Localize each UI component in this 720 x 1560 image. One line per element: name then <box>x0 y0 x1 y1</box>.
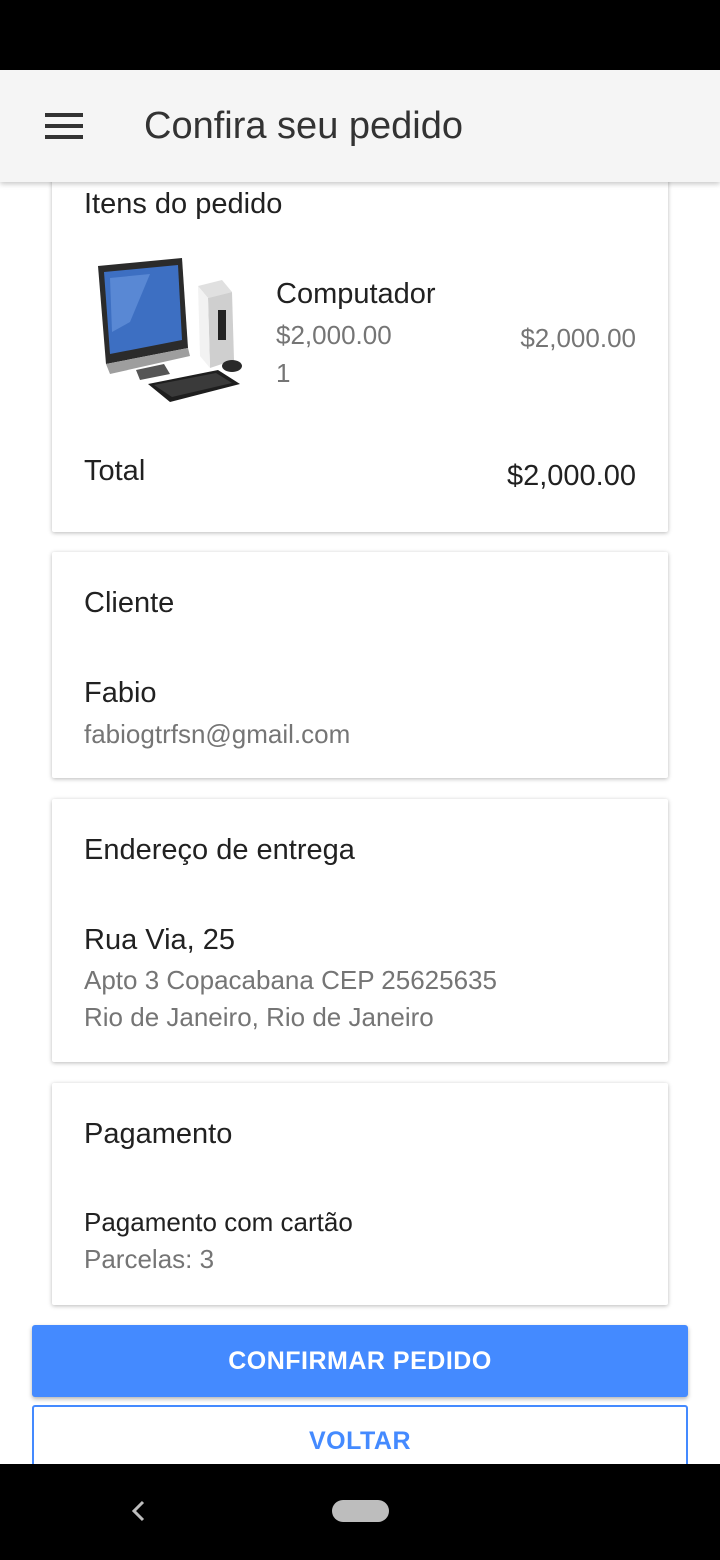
desktop-computer-image <box>90 252 250 412</box>
total-value: $2,000.00 <box>506 460 636 492</box>
payment-installments: Parcelas: 3 <box>84 1244 215 1274</box>
address-line2: Apto 3 Copacabana CEP 25625635 <box>84 965 497 995</box>
client-card: Cliente Fabio fabiogtrfsn@gmail.com <box>52 552 668 778</box>
app-bar: Confira seu pedido <box>0 70 720 182</box>
address-card: Endereço de entrega Rua Via, 25 Apto 3 C… <box>52 799 668 1062</box>
item-quantity: 1 <box>276 358 291 388</box>
address-line3: Rio de Janeiro, Rio de Janeiro <box>84 1002 434 1032</box>
status-bar <box>0 0 720 70</box>
item-subtotal: $2,000.00 <box>520 323 636 353</box>
page-title: Confira seu pedido <box>144 105 463 147</box>
scroll-content[interactable]: Itens do pedido Computador $2,000.00 1 $… <box>0 182 720 1464</box>
address-street: Rua Via, 25 <box>84 924 236 956</box>
list-item: Computador $2,000.00 1 $2,000.00 <box>52 252 668 412</box>
payment-title: Pagamento <box>84 1118 233 1150</box>
payment-card: Pagamento Pagamento com cartão Parcelas:… <box>52 1083 668 1305</box>
item-unit-price: $2,000.00 <box>276 320 392 350</box>
client-email: fabiogtrfsn@gmail.com <box>84 719 351 749</box>
address-title: Endereço de entrega <box>84 834 355 866</box>
hamburger-menu-icon[interactable] <box>36 98 92 154</box>
client-name: Fabio <box>84 677 157 709</box>
nav-back-icon[interactable] <box>124 1496 154 1526</box>
order-items-card: Itens do pedido Computador $2,000.00 1 $… <box>52 182 668 532</box>
client-title: Cliente <box>84 587 175 619</box>
confirm-order-button[interactable]: CONFIRMAR PEDIDO <box>32 1325 688 1397</box>
payment-method: Pagamento com cartão <box>84 1207 353 1237</box>
order-items-title: Itens do pedido <box>84 188 283 220</box>
item-name: Computador <box>276 278 436 310</box>
nav-home-icon[interactable] <box>332 1500 389 1522</box>
total-label: Total <box>84 455 146 487</box>
